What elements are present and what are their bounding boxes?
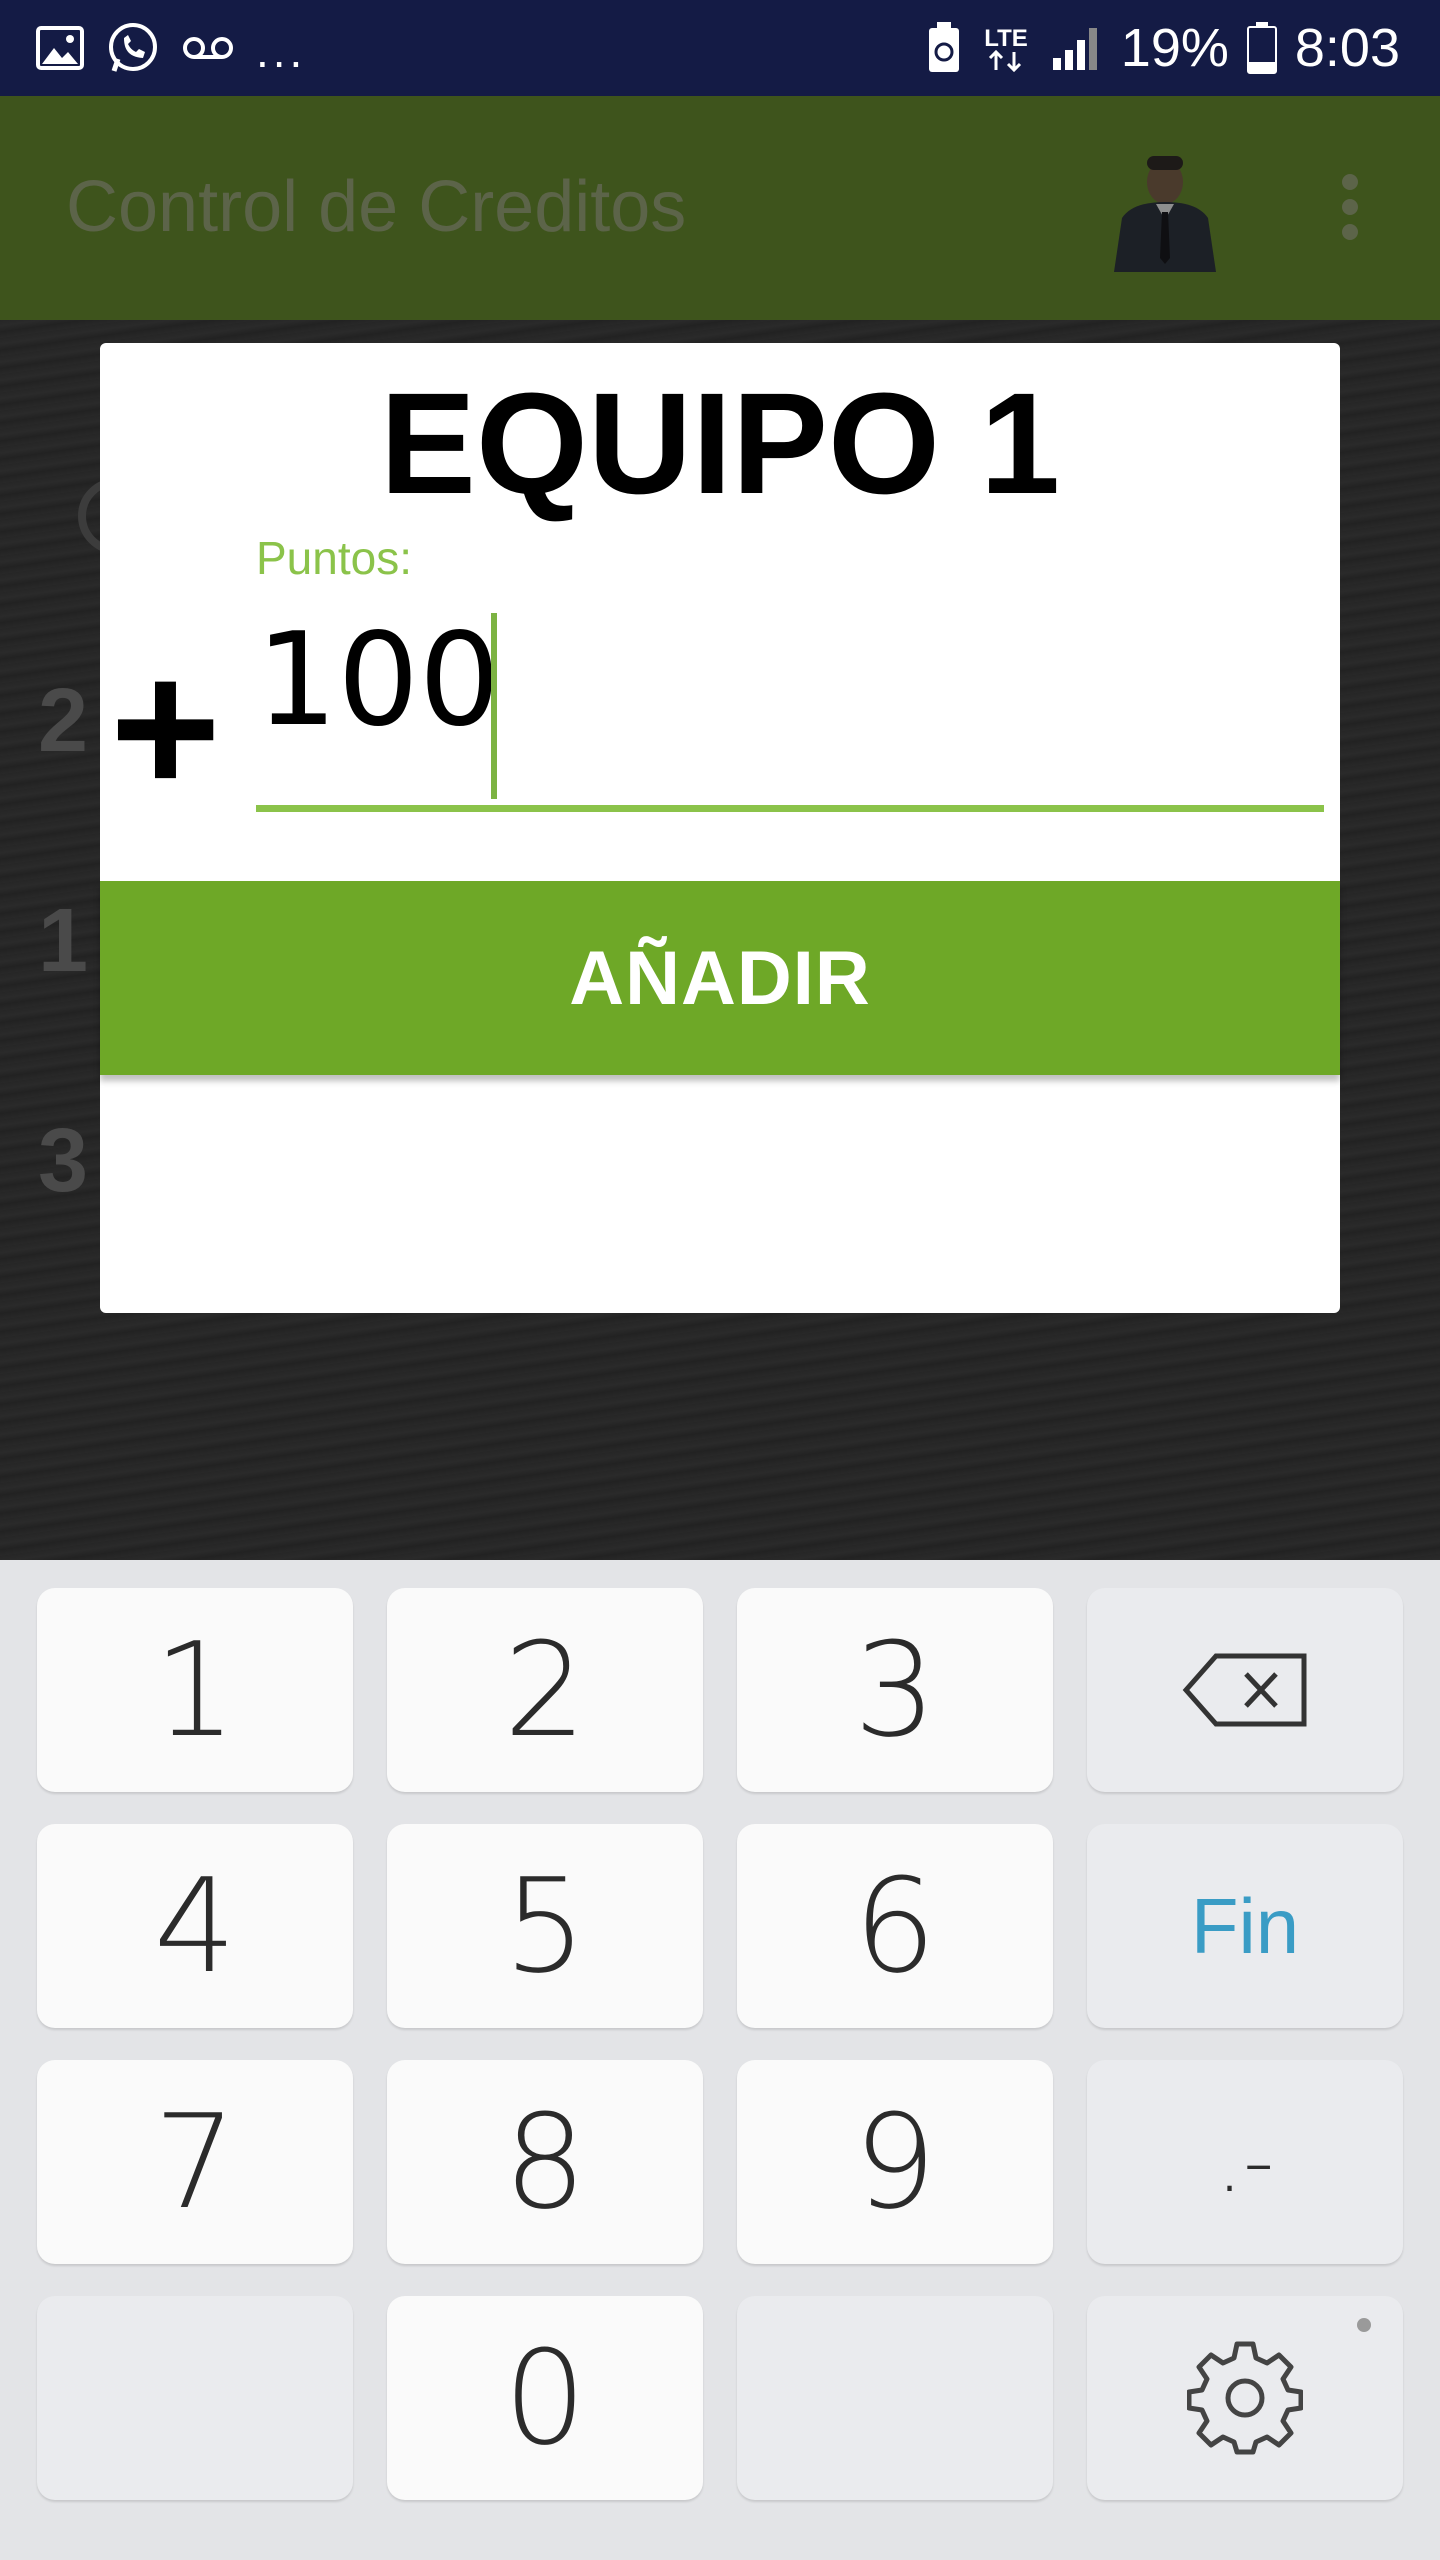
key-4[interactable]: 4 bbox=[37, 1824, 353, 2028]
points-input[interactable] bbox=[256, 615, 1324, 745]
text-cursor bbox=[491, 613, 497, 799]
plus-sign: + bbox=[110, 622, 221, 834]
backspace-icon bbox=[1182, 1653, 1307, 1727]
key-9[interactable]: 9 bbox=[737, 2060, 1053, 2264]
background-digit: 2 bbox=[38, 671, 89, 771]
gear-icon bbox=[1187, 2341, 1303, 2455]
blank-key-right[interactable] bbox=[737, 2296, 1053, 2500]
signal-icon bbox=[1051, 24, 1103, 72]
key-2[interactable]: 2 bbox=[387, 1588, 703, 1792]
battery-saver-icon bbox=[927, 22, 961, 74]
clock: 8:03 bbox=[1294, 18, 1400, 78]
key-1[interactable]: 1 bbox=[37, 1588, 353, 1792]
key-6[interactable]: 6 bbox=[737, 1824, 1053, 2028]
backspace-key[interactable] bbox=[1087, 1588, 1403, 1792]
more-notifications: ... bbox=[256, 25, 307, 77]
network-type: LTE bbox=[984, 25, 1028, 52]
points-label: Puntos: bbox=[256, 532, 412, 584]
key-3[interactable]: 3 bbox=[737, 1588, 1053, 1792]
key-7[interactable]: 7 bbox=[37, 2060, 353, 2264]
notification-icons: ... bbox=[36, 0, 306, 96]
fin-key[interactable]: Fin bbox=[1087, 1824, 1403, 2028]
battery-icon bbox=[1246, 22, 1277, 74]
numeric-keyboard: 1 2 3 4 5 6 Fin 7 8 9 .- 0 bbox=[0, 1560, 1440, 2560]
status-bar: ... LTE 19% 8:03 bbox=[0, 0, 1440, 96]
blank-key-left[interactable] bbox=[37, 2296, 353, 2500]
input-underline bbox=[256, 805, 1324, 812]
settings-dot bbox=[1357, 2318, 1371, 2332]
app-bar: Control de Creditos bbox=[0, 96, 1440, 320]
whatsapp-icon bbox=[106, 21, 160, 75]
overflow-menu-icon[interactable] bbox=[1330, 172, 1370, 242]
add-points-dialog: EQUIPO 1 Puntos: + AÑADIR bbox=[100, 343, 1340, 1313]
key-5[interactable]: 5 bbox=[387, 1824, 703, 2028]
key-0[interactable]: 0 bbox=[387, 2296, 703, 2500]
background-digit: 1 bbox=[38, 891, 89, 991]
app-title: Control de Creditos bbox=[66, 167, 687, 247]
voicemail-icon bbox=[182, 33, 234, 63]
status-indicators: LTE 19% 8:03 bbox=[927, 0, 1400, 96]
lte-icon: LTE bbox=[979, 22, 1033, 74]
key-8[interactable]: 8 bbox=[387, 2060, 703, 2264]
background-digit: 3 bbox=[38, 1111, 89, 1211]
battery-percent: 19% bbox=[1120, 18, 1229, 78]
avatar[interactable] bbox=[1110, 148, 1220, 272]
dialog-title: EQUIPO 1 bbox=[379, 363, 1061, 524]
image-icon bbox=[36, 26, 84, 70]
add-button[interactable]: AÑADIR bbox=[100, 881, 1340, 1075]
dot-dash-key[interactable]: .- bbox=[1087, 2060, 1403, 2264]
settings-key[interactable] bbox=[1087, 2296, 1403, 2500]
